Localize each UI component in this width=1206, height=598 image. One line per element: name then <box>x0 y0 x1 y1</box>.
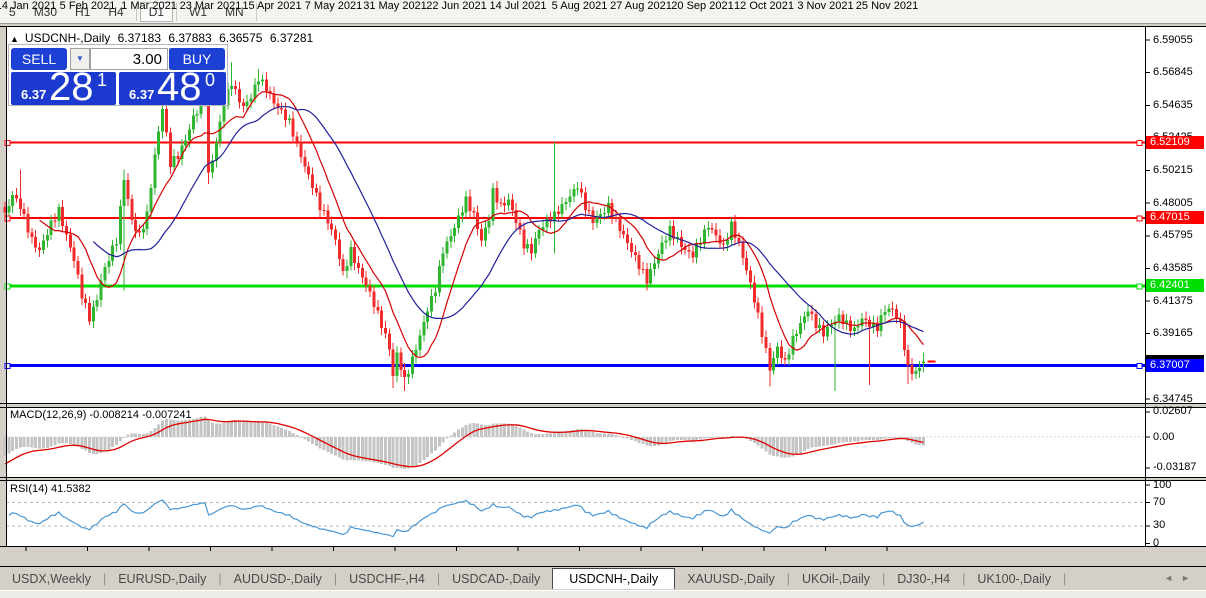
date-tick-label: 27 Aug 2021 <box>610 0 672 12</box>
one-click-trade-panel: SELL ▼ ▲ BUY 6.37 28 1 6.37 48 0 <box>8 44 228 109</box>
chart-tab-usdx-weekly[interactable]: USDX,Weekly <box>0 569 103 589</box>
date-tick-label: 22 Jun 2021 <box>426 0 487 12</box>
hline-price-chip: 6.47015 <box>1146 211 1204 225</box>
macd-tick-label: 0.00 <box>1153 430 1175 443</box>
chart-info-row: ▲ USDCNH-,Daily 6.37183 6.37883 6.36575 6… <box>10 31 317 45</box>
ohlc-high: 6.37883 <box>168 31 212 45</box>
sell-price-point: 1 <box>97 70 108 90</box>
price-tick-label: 6.54635 <box>1153 98 1193 111</box>
date-tick-label: 1 Mar 2021 <box>121 0 177 12</box>
ohlc-low: 6.36575 <box>219 31 263 45</box>
sell-price-prefix: 6.37 <box>21 87 47 102</box>
price-tick-label: 6.59055 <box>1153 33 1193 46</box>
date-tick-label: 20 Sep 2021 <box>671 0 734 12</box>
chart-tab-audusd-daily[interactable]: AUDUSD-,Daily <box>222 569 334 589</box>
sell-price-pips: 28 <box>49 65 94 109</box>
date-tick-label: 25 Nov 2021 <box>855 0 919 12</box>
price-tick-label: 6.39165 <box>1153 327 1193 340</box>
tab-separator: | <box>1062 572 1067 586</box>
hline-price-chip: 6.42401 <box>1146 279 1204 293</box>
chart-tab-eurusd-daily[interactable]: EURUSD-,Daily <box>106 569 218 589</box>
rsi-label: RSI(14) 41.5382 <box>10 483 91 495</box>
date-tick-label: 3 Nov 2021 <box>797 0 854 12</box>
date-tick-label: 5 Feb 2021 <box>59 0 116 12</box>
tab-scroll-arrows[interactable]: ◄► <box>1164 573 1198 583</box>
rsi-tick-label: 30 <box>1153 519 1166 532</box>
date-tick-label: 31 May 2021 <box>363 0 427 12</box>
price-tick-label: 6.50215 <box>1153 164 1193 177</box>
buy-price-pips: 48 <box>157 65 202 109</box>
ohlc-open: 6.37183 <box>117 31 161 45</box>
ohlc-close: 6.37281 <box>269 31 314 45</box>
price-tick-label: 6.48005 <box>1153 196 1193 209</box>
chevron-down-icon: ▼ <box>76 54 84 63</box>
date-tick-label: 15 Apr 2021 <box>242 0 302 12</box>
tab-scroll-left-icon[interactable]: ◄ <box>1164 573 1181 583</box>
hline-price-chip: 6.37007 <box>1146 359 1204 373</box>
chart-tab-ukoil-daily[interactable]: UKOil-,Daily <box>790 569 882 589</box>
macd-tick-label: 0.02607 <box>1153 405 1193 418</box>
rsi-tick-label: 0 <box>1153 537 1160 549</box>
hline-price-chip: 6.52109 <box>1146 136 1204 150</box>
date-tick-label: 12 Oct 2021 <box>734 0 794 12</box>
tab-scroll-right-icon[interactable]: ► <box>1181 573 1198 583</box>
buy-price-prefix: 6.37 <box>129 87 155 102</box>
mt4-window: 5 M30 H1 H4 D1 W1 MN ▲ USDCNH-,Daily 6.37183 6.… <box>0 0 1206 598</box>
price-tick-label: 6.56845 <box>1153 66 1193 79</box>
date-tick-label: 23 Mar 2021 <box>179 0 242 12</box>
chart-tab-uk100-daily[interactable]: UK100-,Daily <box>965 569 1063 589</box>
price-tick-label: 6.45795 <box>1153 229 1193 242</box>
sell-price-box[interactable]: 6.37 28 1 <box>11 65 116 109</box>
buy-price-point: 0 <box>205 70 216 90</box>
symbol-period-label: USDCNH-,Daily <box>24 31 111 45</box>
chart-tab-bar: USDX,Weekly | EURUSD-,Daily | AUDUSD-,Daily |… <box>0 567 1206 589</box>
macd-tick-label: -0.03187 <box>1153 461 1197 474</box>
chart-tab-usdcnh-daily[interactable]: USDCNH-,Daily <box>552 568 676 589</box>
buy-price-box[interactable]: 6.37 48 0 <box>119 65 226 109</box>
chart-tab-dj30-h4[interactable]: DJ30-,H4 <box>885 569 962 589</box>
collapse-triangle-icon[interactable]: ▲ <box>10 34 19 44</box>
date-tick-label: 5 Aug 2021 <box>551 0 608 12</box>
price-tick-label: 6.34745 <box>1153 392 1193 405</box>
price-tick-label: 6.41375 <box>1153 294 1193 307</box>
rsi-tick-label: 70 <box>1153 496 1166 509</box>
chart-tab-usdcad-daily[interactable]: USDCAD-,Daily <box>440 569 552 589</box>
date-tick-label: 14 Jul 2021 <box>489 0 547 12</box>
date-tick-label: 7 May 2021 <box>304 0 363 12</box>
chart-tab-xauusd-daily[interactable]: XAUUSD-,Daily <box>675 569 787 589</box>
macd-label: MACD(12,26,9) -0.008214 -0.007241 <box>10 409 192 421</box>
chart-tab-usdchf-h4[interactable]: USDCHF-,H4 <box>337 569 437 589</box>
rsi-tick-label: 100 <box>1153 478 1172 491</box>
date-tick-label: 14 Jan 2021 <box>0 0 57 12</box>
price-tick-label: 6.43585 <box>1153 261 1193 274</box>
